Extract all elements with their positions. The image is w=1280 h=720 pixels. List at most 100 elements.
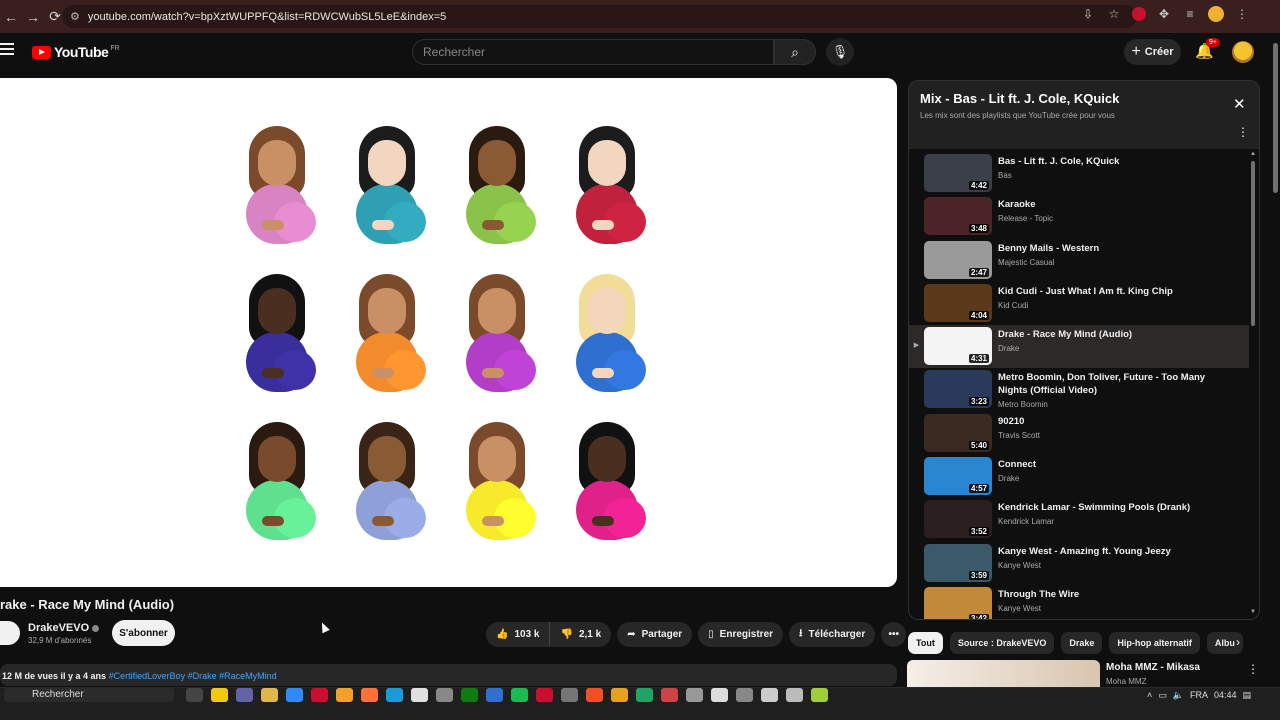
pregnant-woman-emoji <box>552 266 662 414</box>
taskbar-app-icon[interactable] <box>711 688 728 702</box>
playlist-item[interactable]: 5:40 90210 Travis Scott <box>909 412 1249 455</box>
taskbar-app-icon[interactable] <box>436 688 453 702</box>
playlist-item[interactable]: 4:42 Bas - Lit ft. J. Cole, KQuick Bas <box>909 152 1249 195</box>
playlist-menu-icon[interactable]: ⋮ <box>1237 125 1249 139</box>
taskbar-app-icon[interactable] <box>261 688 278 702</box>
recommendation-thumbnail[interactable] <box>907 660 1100 688</box>
create-button[interactable]: + Créer <box>1124 39 1181 65</box>
browser-profile-avatar[interactable] <box>1208 6 1224 22</box>
taskbar-app-icon[interactable] <box>386 688 403 702</box>
playlist-item[interactable]: 3:48 Karaoke Release - Topic <box>909 195 1249 238</box>
filter-chip[interactable]: Tout <box>908 632 943 654</box>
duration-badge: 4:04 <box>968 310 989 320</box>
taskbar-app-icon[interactable] <box>236 688 253 702</box>
network-icon[interactable]: ▭ <box>1158 690 1167 701</box>
taskbar-app-icon[interactable] <box>661 688 678 702</box>
tray-chevron-icon[interactable]: ˄ <box>1147 690 1152 700</box>
taskbar-app-icon[interactable] <box>511 688 528 702</box>
playlist-item[interactable]: 4:57 Connect Drake <box>909 455 1249 498</box>
filter-chip[interactable]: Drake <box>1061 632 1103 654</box>
volume-icon[interactable]: 🔈 <box>1173 690 1184 701</box>
taskbar-app-icon[interactable] <box>186 688 203 702</box>
taskbar-app-icon[interactable] <box>561 688 578 702</box>
hashtags[interactable]: #CertifiedLoverBoy #Drake #RaceMyMind <box>109 671 277 681</box>
playlist-scrollbar[interactable] <box>1251 161 1255 326</box>
duration-badge: 3:48 <box>968 224 989 234</box>
install-icon[interactable]: ⇩ <box>1080 6 1096 22</box>
playlist-title[interactable]: Mix - Bas - Lit ft. J. Cole, KQuick <box>920 91 1119 106</box>
youtube-logo[interactable]: YouTube FR <box>32 44 120 60</box>
address-bar[interactable]: ⚙ youtube.com/watch?v=bpXztWUPPFQ&list=R… <box>62 5 1137 28</box>
clock[interactable]: 04:44 <box>1214 690 1237 700</box>
playlist-item[interactable]: 3:42 Through The Wire Kanye West <box>909 585 1249 619</box>
recommendation-title[interactable]: Moha MMZ - Mikasa <box>1106 662 1200 673</box>
more-actions-button[interactable]: ••• <box>881 622 907 647</box>
taskbar-app-icon[interactable] <box>211 688 228 702</box>
taskbar-app-icon[interactable] <box>336 688 353 702</box>
playlist-item[interactable]: ▶ 4:31 Drake - Race My Mind (Audio) Drake <box>909 325 1249 369</box>
taskbar-app-icon[interactable] <box>311 688 328 702</box>
taskbar-app-icon[interactable] <box>761 688 778 702</box>
recommendation-menu-icon[interactable]: ⋮ <box>1247 662 1259 676</box>
subscribe-button[interactable]: S'abonner <box>112 620 175 646</box>
taskbar-app-icon[interactable] <box>786 688 803 702</box>
menu-icon[interactable] <box>0 43 14 57</box>
taskbar-app-icon[interactable] <box>461 688 478 702</box>
taskbar-app-icon[interactable] <box>586 688 603 702</box>
taskbar-app-icon[interactable] <box>536 688 553 702</box>
duration-badge: 4:57 <box>968 484 989 494</box>
back-icon[interactable]: ← <box>0 6 22 28</box>
taskbar-app-icon[interactable] <box>361 688 378 702</box>
taskbar-app-icon[interactable] <box>486 688 503 702</box>
extensions-puzzle-icon[interactable]: ✥ <box>1156 6 1172 22</box>
description-box[interactable]: 12 M de vues il y a 4 ans #CertifiedLove… <box>0 664 897 686</box>
close-icon[interactable]: ✕ <box>1233 95 1246 113</box>
pregnant-woman-emoji <box>442 118 552 266</box>
playlist-item[interactable]: 3:59 Kanye West - Amazing ft. Young Jeezy… <box>909 542 1249 585</box>
taskbar-app-icon[interactable] <box>611 688 628 702</box>
voice-search-button[interactable]: 🎙 <box>826 38 854 66</box>
playlist-thumbnail: 5:40 <box>924 413 992 452</box>
page-scrollbar[interactable] <box>1270 33 1280 687</box>
language-indicator[interactable]: FRA <box>1190 690 1208 700</box>
taskbar-app-icon[interactable] <box>636 688 653 702</box>
forward-icon[interactable]: → <box>22 6 44 28</box>
reading-list-icon[interactable]: ≡ <box>1182 6 1198 22</box>
notification-center-icon[interactable]: ▤ <box>1243 690 1252 701</box>
taskbar-app-icon[interactable] <box>811 688 828 702</box>
scroll-up-icon[interactable]: ▲ <box>1250 151 1256 157</box>
verified-icon <box>92 624 100 632</box>
playlist-item[interactable]: 4:04 Kid Cudi - Just What I Am ft. King C… <box>909 282 1249 325</box>
like-count: 103 k <box>514 629 540 640</box>
bookmark-star-icon[interactable]: ☆ <box>1106 6 1122 22</box>
search-input[interactable]: Rechercher <box>412 39 774 65</box>
taskbar-search[interactable]: Rechercher <box>4 688 174 702</box>
dislike-button[interactable]: 👎 2,1 k <box>550 622 612 647</box>
playlist-index <box>909 152 924 168</box>
taskbar-app-icon[interactable] <box>686 688 703 702</box>
search-button[interactable]: ⌕ <box>774 39 816 65</box>
taskbar-app-icon[interactable] <box>736 688 753 702</box>
taskbar-app-icon[interactable] <box>411 688 428 702</box>
channel-avatar[interactable] <box>0 621 20 645</box>
share-button[interactable]: ➦ Partager <box>617 622 693 647</box>
download-button[interactable]: ⭳ Télécharger <box>789 622 876 647</box>
playlist-item[interactable]: 2:47 Benny Mails - Western Majestic Casual <box>909 239 1249 282</box>
filter-chip[interactable]: Source : DrakeVEVO <box>949 632 1055 654</box>
scroll-down-icon[interactable]: ▼ <box>1250 609 1256 615</box>
browser-menu-icon[interactable]: ⋮ <box>1234 6 1250 22</box>
chevron-right-icon[interactable]: › <box>1236 635 1240 649</box>
channel-name[interactable]: DrakeVEVO <box>28 622 100 634</box>
site-info-icon[interactable]: ⚙ <box>70 10 80 23</box>
video-player[interactable] <box>0 78 897 587</box>
like-button[interactable]: 👍 103 k <box>486 622 551 647</box>
duration-badge: 3:42 <box>968 613 989 619</box>
avatar[interactable] <box>1232 41 1254 63</box>
taskbar-app-icon[interactable] <box>286 688 303 702</box>
video-actions: 👍 103 k 👎 2,1 k ➦ Partager ▯ Enregistrer… <box>486 622 907 647</box>
save-button[interactable]: ▯ Enregistrer <box>698 622 784 647</box>
extension-icon[interactable] <box>1132 7 1146 21</box>
playlist-item[interactable]: 3:23 Metro Boomin, Don Toliver, Future - … <box>909 368 1249 411</box>
playlist-item[interactable]: 3:52 Kendrick Lamar - Swimming Pools (Dra… <box>909 498 1249 541</box>
filter-chip[interactable]: Hip-hop alternatif <box>1109 632 1200 654</box>
